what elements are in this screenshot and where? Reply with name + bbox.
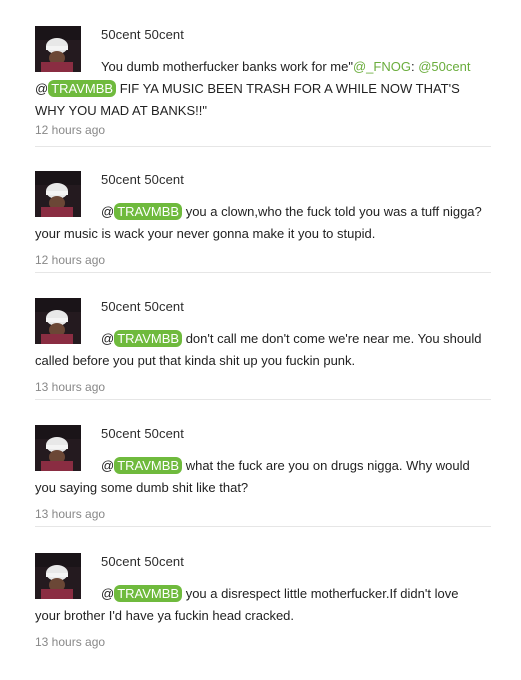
mention-at: @ (35, 81, 49, 96)
tweet-text: @ TRAVMBB you a clown,who the fuck told y… (35, 201, 485, 245)
mention-at: @ (101, 204, 115, 219)
author-name[interactable]: 50cent 50cent (101, 554, 184, 569)
mention-highlight[interactable]: TRAVMBB (114, 457, 183, 474)
timestamp[interactable]: 13 hours ago (35, 507, 105, 521)
tweet-feed: 50cent 50cent You dumb motherfucker bank… (0, 0, 521, 656)
tweet-item: 50cent 50cent You dumb motherfucker bank… (0, 26, 521, 153)
mention-highlight[interactable]: TRAVMBB (114, 585, 183, 602)
mention-highlight[interactable]: TRAVMBB (48, 80, 117, 97)
divider (35, 399, 491, 400)
mention-link[interactable]: @50cent (418, 59, 470, 74)
divider (35, 272, 491, 273)
author-name[interactable]: 50cent 50cent (101, 27, 184, 42)
tweet-body-pre: You dumb motherfucker banks work for me" (101, 59, 353, 74)
mention-at: @ (101, 586, 115, 601)
divider (35, 526, 491, 527)
timestamp[interactable]: 12 hours ago (35, 253, 105, 267)
mention-at: @ (101, 458, 115, 473)
timestamp[interactable]: 12 hours ago (35, 123, 105, 137)
timestamp[interactable]: 13 hours ago (35, 635, 105, 649)
tweet-item: 50cent 50cent @ TRAVMBB what the fuck are… (0, 425, 521, 552)
tweet-text: You dumb motherfucker banks work for me"… (35, 56, 485, 122)
divider (35, 146, 491, 147)
tweet-text: @ TRAVMBB you a disrespect little motherf… (35, 583, 485, 627)
timestamp[interactable]: 13 hours ago (35, 380, 105, 394)
tweet-item: 50cent 50cent @ TRAVMBB you a clown,who t… (0, 171, 521, 298)
tweet-body: you a disrespect little motherfucker.If … (35, 586, 459, 623)
mention-highlight[interactable]: TRAVMBB (114, 330, 183, 347)
author-name[interactable]: 50cent 50cent (101, 426, 184, 441)
tweet-item: 50cent 50cent @ TRAVMBB you a disrespect … (0, 553, 521, 680)
tweet-text: @ TRAVMBB don't call me don't come we're … (35, 328, 485, 372)
author-name[interactable]: 50cent 50cent (101, 172, 184, 187)
mention-highlight[interactable]: TRAVMBB (114, 203, 183, 220)
mention-at: @ (101, 331, 115, 346)
tweet-item: 50cent 50cent @ TRAVMBB don't call me don… (0, 298, 521, 425)
mention-link[interactable]: @_FNOG (353, 59, 411, 74)
tweet-text: @ TRAVMBB what the fuck are you on drugs … (35, 455, 485, 499)
author-name[interactable]: 50cent 50cent (101, 299, 184, 314)
